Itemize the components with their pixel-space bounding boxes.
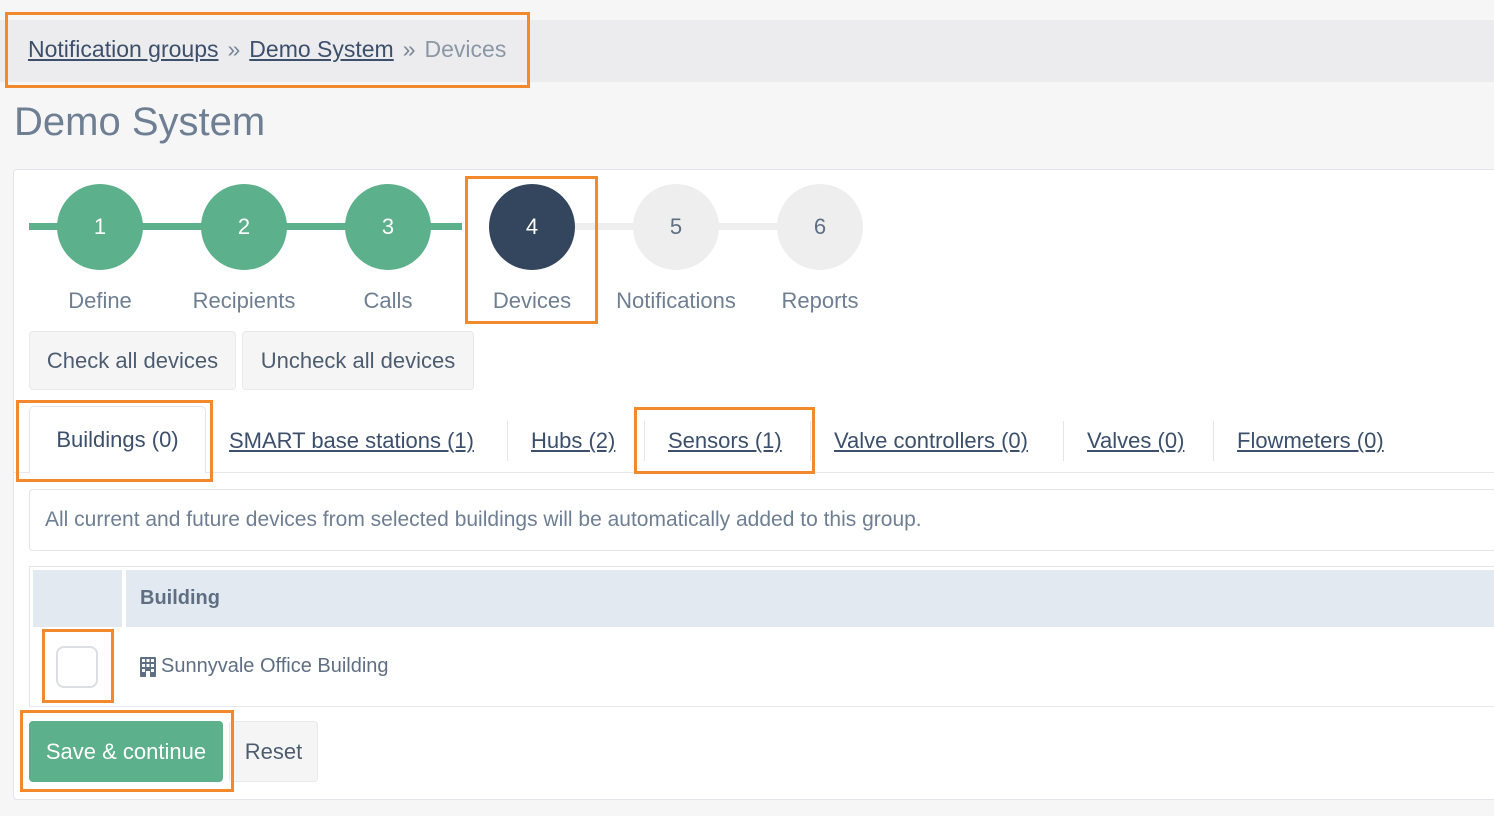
tab-separator (644, 421, 645, 461)
breadcrumb-separator: » (227, 36, 241, 62)
step-3-label: Calls (363, 288, 413, 313)
building-name[interactable]: Sunnyvale Office Building (161, 655, 389, 678)
step-4-circle[interactable]: 4 (489, 184, 575, 270)
breadcrumb-current: Devices (424, 36, 507, 62)
tabs-divider (14, 472, 1494, 473)
tab-separator (810, 421, 811, 461)
breadcrumb-notification-groups[interactable]: Notification groups (28, 36, 219, 63)
table-header-select (33, 570, 122, 627)
table-row: Sunnyvale Office Building (140, 655, 389, 678)
tab-buildings[interactable]: Buildings (0) (29, 406, 206, 474)
info-message: All current and future devices from sele… (29, 489, 1494, 551)
tab-separator (507, 421, 508, 461)
step-4-label: Devices (492, 288, 572, 313)
breadcrumb: Notification groups » Demo System » Devi… (28, 36, 506, 63)
building-icon (140, 656, 156, 677)
breadcrumb-demo-system[interactable]: Demo System (249, 36, 393, 63)
tab-smart-base-stations[interactable]: SMART base stations (1) (229, 428, 474, 454)
step-5-label: Notifications (616, 288, 736, 313)
row-divider (29, 706, 1494, 707)
breadcrumb-separator: » (402, 36, 416, 62)
tab-hubs[interactable]: Hubs (2) (531, 428, 615, 454)
tab-valves[interactable]: Valves (0) (1087, 428, 1184, 454)
building-row-checkbox[interactable] (56, 646, 98, 688)
step-2-circle[interactable]: 2 (201, 184, 287, 270)
step-2-label: Recipients (192, 288, 296, 313)
step-1-label: Define (68, 288, 132, 313)
table-header-building: Building (126, 570, 1494, 627)
step-6-circle[interactable]: 6 (777, 184, 863, 270)
step-1-circle[interactable]: 1 (57, 184, 143, 270)
step-6-label: Reports (781, 288, 859, 313)
tab-valve-controllers[interactable]: Valve controllers (0) (834, 428, 1028, 454)
check-all-devices-button[interactable]: Check all devices (29, 331, 236, 390)
reset-button[interactable]: Reset (229, 721, 318, 782)
step-5-circle[interactable]: 5 (633, 184, 719, 270)
tab-flowmeters[interactable]: Flowmeters (0) (1237, 428, 1384, 454)
uncheck-all-devices-button[interactable]: Uncheck all devices (242, 331, 474, 390)
page-title: Demo System (14, 100, 266, 144)
tab-sensors[interactable]: Sensors (1) (668, 428, 782, 454)
tab-separator (1063, 421, 1064, 461)
step-3-circle[interactable]: 3 (345, 184, 431, 270)
tab-separator (1213, 421, 1214, 461)
save-continue-button[interactable]: Save & continue (29, 721, 223, 782)
